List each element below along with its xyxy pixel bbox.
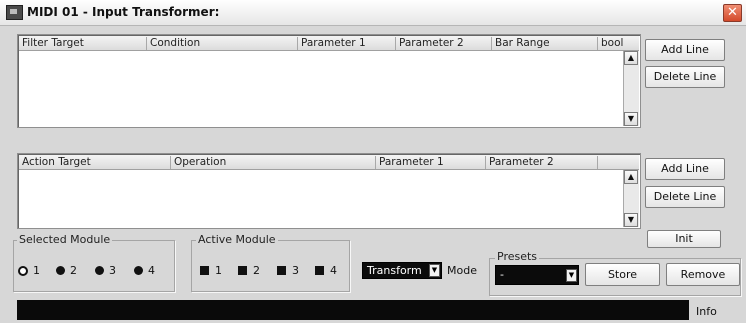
info-label: Info <box>696 305 717 318</box>
checkbox-icon <box>238 266 247 275</box>
scroll-up-icon[interactable]: ▲ <box>624 51 638 65</box>
mode-value: Transform <box>367 264 422 277</box>
action-add-line-button[interactable]: Add Line <box>645 158 725 180</box>
radio-icon <box>95 266 104 275</box>
checkbox-icon <box>315 266 324 275</box>
action-delete-line-button[interactable]: Delete Line <box>645 186 725 208</box>
filter-add-line-button[interactable]: Add Line <box>645 39 725 61</box>
init-button[interactable]: Init <box>647 230 721 248</box>
presets-label: Presets <box>495 250 540 263</box>
filter-delete-line-button[interactable]: Delete Line <box>645 66 725 88</box>
selected-module-radio-4[interactable]: 4 <box>134 264 155 277</box>
action-table-header: Action Target Operation Parameter 1 Para… <box>19 155 639 170</box>
title-bar: MIDI 01 - Input Transformer: ✕ <box>0 0 746 26</box>
radio-icon <box>134 266 143 275</box>
col-action-target[interactable]: Action Target <box>19 156 91 169</box>
window-title: MIDI 01 - Input Transformer: <box>27 5 220 19</box>
filter-table: Filter Target Condition Parameter 1 Para… <box>17 34 641 128</box>
checkbox-icon <box>277 266 286 275</box>
radio-icon <box>56 266 65 275</box>
col-parameter-1[interactable]: Parameter 1 <box>297 37 366 50</box>
col-condition[interactable]: Condition <box>146 37 200 50</box>
mode-label: Mode <box>447 264 477 277</box>
selected-module-label: Selected Module <box>17 233 113 246</box>
active-module-label: Active Module <box>196 233 278 246</box>
active-module-check-3[interactable]: 3 <box>277 264 299 277</box>
remove-button[interactable]: Remove <box>666 263 740 286</box>
col-bar-range[interactable]: Bar Range <box>491 37 550 50</box>
active-module-check-2[interactable]: 2 <box>238 264 260 277</box>
scroll-down-icon[interactable]: ▼ <box>624 112 638 126</box>
filter-table-header: Filter Target Condition Parameter 1 Para… <box>19 36 639 51</box>
selected-module-radio-3[interactable]: 3 <box>95 264 116 277</box>
chevron-down-icon: ▼ <box>566 269 577 282</box>
active-module-check-4[interactable]: 4 <box>315 264 337 277</box>
col-filter-target[interactable]: Filter Target <box>19 37 84 50</box>
radio-selected-icon <box>18 265 28 276</box>
scroll-up-icon[interactable]: ▲ <box>624 170 638 184</box>
info-display <box>17 300 689 320</box>
col-action-parameter-2[interactable]: Parameter 2 <box>485 156 554 169</box>
presets-dropdown[interactable]: - ▼ <box>495 265 579 285</box>
chevron-down-icon: ▼ <box>429 264 440 277</box>
close-icon: ✕ <box>727 5 738 20</box>
window-app-icon <box>6 5 23 20</box>
action-table: Action Target Operation Parameter 1 Para… <box>17 153 641 229</box>
close-button[interactable]: ✕ <box>723 4 742 22</box>
col-parameter-2[interactable]: Parameter 2 <box>395 37 464 50</box>
col-action-blank <box>597 156 601 169</box>
store-button[interactable]: Store <box>585 263 660 286</box>
active-module-check-1[interactable]: 1 <box>200 264 222 277</box>
selected-module-radio-2[interactable]: 2 <box>56 264 77 277</box>
selected-module-radio-1[interactable]: 1 <box>18 264 40 277</box>
col-action-parameter-1[interactable]: Parameter 1 <box>375 156 444 169</box>
scroll-down-icon[interactable]: ▼ <box>624 213 638 227</box>
presets-value: - <box>500 268 504 281</box>
col-operation[interactable]: Operation <box>170 156 226 169</box>
checkbox-icon <box>200 266 209 275</box>
mode-dropdown[interactable]: Transform ▼ <box>362 262 442 279</box>
col-bool[interactable]: bool <box>597 37 623 50</box>
filter-scrollbar[interactable]: ▲ ▼ <box>623 51 639 126</box>
action-scrollbar[interactable]: ▲ ▼ <box>623 170 639 227</box>
